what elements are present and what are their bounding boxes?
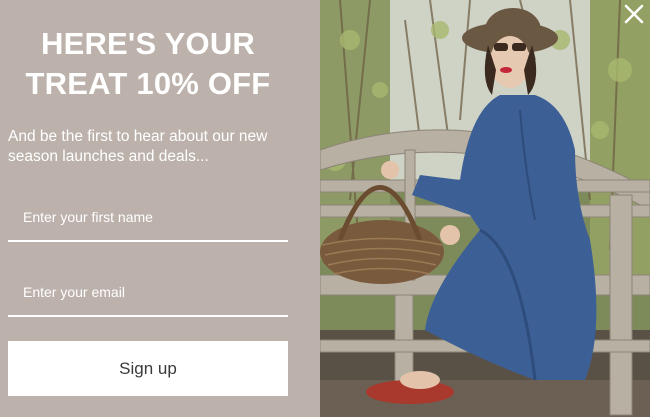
promo-photo — [320, 0, 650, 417]
email-input[interactable] — [8, 269, 288, 315]
email-field[interactable] — [8, 269, 288, 317]
woman-on-bench-photo — [320, 0, 650, 417]
close-button[interactable] — [622, 2, 646, 26]
headline-line-1: HERE'S YOUR — [41, 26, 255, 61]
headline-line-2: TREAT 10% OFF — [25, 66, 271, 101]
newsletter-popup: HERE'S YOUR TREAT 10% OFF And be the fir… — [0, 0, 650, 417]
close-icon — [624, 4, 644, 24]
signup-panel: HERE'S YOUR TREAT 10% OFF And be the fir… — [0, 0, 320, 417]
sign-up-button[interactable]: Sign up — [8, 341, 288, 396]
first-name-input[interactable] — [8, 194, 288, 240]
popup-headline: HERE'S YOUR TREAT 10% OFF — [0, 24, 296, 104]
popup-subtext: And be the first to hear about our new s… — [8, 128, 268, 165]
first-name-field[interactable] — [8, 194, 288, 242]
